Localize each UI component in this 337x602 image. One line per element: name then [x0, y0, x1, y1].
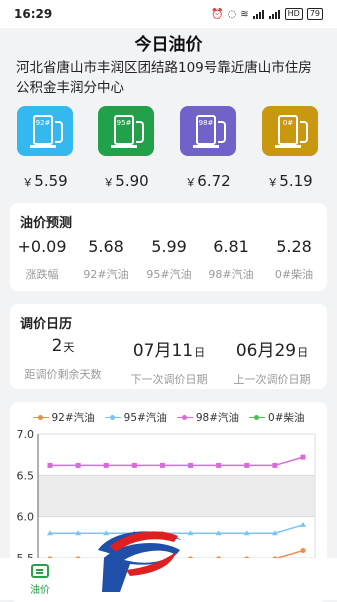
- currency-symbol: ￥: [22, 176, 34, 189]
- chart-legend: 92#汽油 95#汽油 98#汽油 0#柴油: [10, 410, 327, 425]
- data-point: [244, 462, 250, 468]
- alarm-icon: ⏰: [211, 8, 224, 20]
- calendar-value: 2: [51, 336, 63, 356]
- data-point: [300, 548, 306, 554]
- calendar-title: 调价日历: [20, 317, 73, 332]
- forecast-value: 5.68: [88, 237, 124, 256]
- forecast-value: 6.81: [213, 237, 249, 256]
- legend-item-0[interactable]: 0#柴油: [249, 410, 305, 425]
- status-icons: ⏰ ◌ ≋ HD 79: [211, 8, 323, 20]
- calendar-label: 距调价剩余天数: [24, 368, 102, 381]
- calendar-unit: 日: [297, 346, 309, 359]
- forecast-item: 5.99 95#汽油: [137, 237, 201, 282]
- data-point: [272, 462, 278, 468]
- price-tab-icon: [31, 564, 49, 578]
- forecast-item: +0.09 涨跌幅: [10, 237, 74, 282]
- forecast-item: 5.28 0#柴油: [262, 237, 326, 282]
- fuel-pump-icon: 95#: [111, 115, 144, 148]
- price-row: 92# ￥5.59 95# ￥5.90 98# ￥6.72 0# ￥5.19: [0, 104, 337, 200]
- price-item-98[interactable]: 98# ￥6.72: [178, 104, 238, 190]
- status-bar: 16:29 ⏰ ◌ ≋ HD 79: [0, 0, 337, 28]
- data-point: [300, 454, 306, 460]
- fuel-pump-icon: 0#: [275, 115, 308, 148]
- forecast-item: 6.81 98#汽油: [199, 237, 263, 282]
- forecast-value: +0.09: [17, 237, 67, 256]
- currency-symbol: ￥: [267, 176, 279, 189]
- calendar-item: 2天 距调价剩余天数: [13, 336, 113, 382]
- forecast-label: 涨跌幅: [25, 268, 59, 281]
- price-value: 6.72: [197, 172, 231, 190]
- series-line: [50, 456, 304, 467]
- legend-item-95[interactable]: 95#汽油: [104, 410, 167, 425]
- fuel-tile-92[interactable]: 92#: [17, 106, 73, 156]
- calendar-item: 06月29日 上一次调价日期: [222, 336, 322, 387]
- fuel-tile-98[interactable]: 98#: [180, 106, 236, 156]
- y-tick-label: 7.0: [17, 428, 35, 441]
- forecast-label: 92#汽油: [83, 268, 129, 281]
- y-tick-label: 6.5: [17, 469, 35, 482]
- calendar-unit: 日: [194, 346, 206, 359]
- calendar-label: 下一次调价日期: [130, 373, 208, 386]
- forecast-item: 5.68 92#汽油: [74, 237, 138, 282]
- currency-symbol: ￥: [185, 176, 197, 189]
- calendar-label: 上一次调价日期: [233, 373, 311, 386]
- hd-icon: HD: [284, 8, 303, 20]
- data-point: [188, 462, 194, 468]
- forecast-label: 95#汽油: [146, 268, 192, 281]
- price-value: 5.19: [279, 172, 313, 190]
- wifi-icon: ≋: [240, 8, 249, 20]
- forecast-card: 油价预测 +0.09 涨跌幅 5.68 92#汽油 5.99 95#汽油 6.8…: [10, 203, 327, 291]
- tab-price-label: 油价: [30, 585, 50, 596]
- calendar-unit: 天: [63, 341, 75, 354]
- forecast-value: 5.28: [276, 237, 312, 256]
- mute-icon: ◌: [227, 8, 237, 20]
- currency-symbol: ￥: [103, 176, 115, 189]
- data-point: [47, 462, 53, 468]
- tab-price[interactable]: 油价: [16, 562, 64, 596]
- legend-label: 98#汽油: [195, 412, 240, 424]
- fuel-pump-icon: 92#: [30, 115, 63, 148]
- status-time: 16:29: [14, 7, 53, 21]
- forecast-label: 98#汽油: [208, 268, 254, 281]
- price-item-92[interactable]: 92# ￥5.59: [15, 104, 75, 190]
- battery-icon: 79: [306, 8, 323, 20]
- grid-band: [38, 475, 315, 517]
- price-value: 5.59: [34, 172, 68, 190]
- data-point: [103, 462, 109, 468]
- data-point: [75, 462, 81, 468]
- legend-label: 95#汽油: [123, 412, 167, 424]
- y-tick-label: 6.0: [17, 511, 35, 524]
- data-point: [131, 462, 137, 468]
- data-point: [216, 462, 222, 468]
- calendar-value: 06月29: [235, 341, 297, 361]
- forecast-title: 油价预测: [20, 216, 73, 231]
- location-address: 河北省唐山市丰润区团结路109号靠近唐山市住房公积金丰润分中心: [16, 60, 312, 96]
- legend-label: 0#柴油: [268, 412, 305, 424]
- fuel-tile-0[interactable]: 0#: [262, 106, 318, 156]
- page-title: 今日油价: [134, 35, 203, 55]
- fuel-tile-95[interactable]: 95#: [98, 106, 154, 156]
- fuel-pump-icon: 98#: [193, 115, 226, 148]
- legend-item-92[interactable]: 92#汽油: [32, 410, 95, 425]
- legend-item-98[interactable]: 98#汽油: [176, 410, 240, 425]
- brand-logo: [98, 531, 182, 592]
- data-point: [159, 462, 165, 468]
- calendar-item: 07月11日 下一次调价日期: [119, 336, 219, 387]
- price-value: 5.90: [115, 172, 149, 190]
- data-point: [300, 521, 306, 527]
- price-item-95[interactable]: 95# ￥5.90: [96, 104, 156, 190]
- signal-icon-2: [268, 9, 281, 19]
- signal-icon: [252, 9, 265, 19]
- legend-label: 92#汽油: [51, 412, 95, 424]
- price-item-0[interactable]: 0# ￥5.19: [260, 104, 320, 190]
- forecast-value: 5.99: [151, 237, 187, 256]
- calendar-card: 调价日历 2天 距调价剩余天数 07月11日 下一次调价日期 06月29日 上一…: [10, 304, 327, 389]
- calendar-value: 07月11: [132, 341, 194, 361]
- forecast-label: 0#柴油: [274, 268, 314, 281]
